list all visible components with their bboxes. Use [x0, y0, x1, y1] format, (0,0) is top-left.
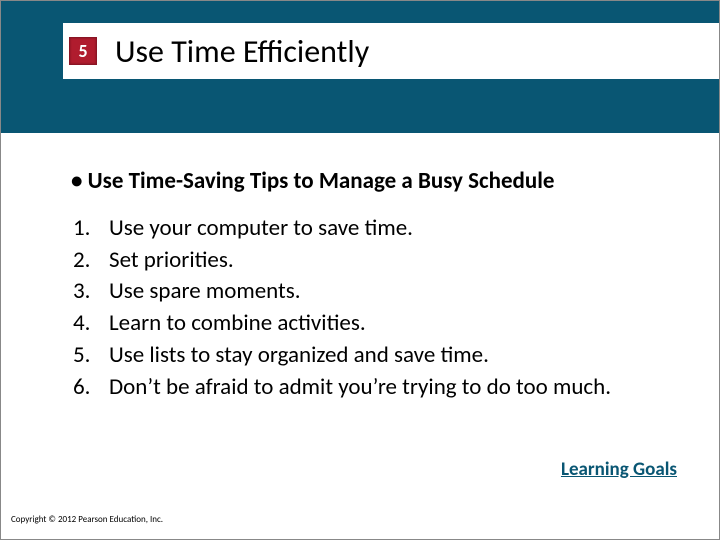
- list-item: 2. Set priorities.: [73, 245, 679, 277]
- slide: 5 Use Time Efficiently • Use Time-Saving…: [0, 0, 720, 540]
- list-item: 3. Use spare moments.: [73, 276, 679, 308]
- list-number: 3.: [73, 276, 109, 308]
- slide-body: • Use Time-Saving Tips to Manage a Busy …: [1, 133, 719, 403]
- list-text: Use spare moments.: [109, 276, 301, 308]
- list-text: Use your computer to save time.: [109, 213, 413, 245]
- title-band: 5 Use Time Efficiently: [1, 1, 719, 133]
- list-item: 6. Don’t be afraid to admit you’re tryin…: [73, 372, 679, 404]
- list-item: 5. Use lists to stay organized and save …: [73, 340, 679, 372]
- list-item: 4. Learn to combine activities.: [73, 308, 679, 340]
- list-text: Set priorities.: [109, 245, 234, 277]
- chapter-badge: 5: [69, 37, 97, 65]
- list-number: 2.: [73, 245, 109, 277]
- list-text: Learn to combine activities.: [109, 308, 366, 340]
- slide-title: Use Time Efficiently: [115, 32, 369, 71]
- list-item: 1. Use your computer to save time.: [73, 213, 679, 245]
- list-number: 4.: [73, 308, 109, 340]
- numbered-list: 1. Use your computer to save time. 2. Se…: [71, 213, 679, 403]
- list-text: Don’t be afraid to admit you’re trying t…: [109, 372, 611, 404]
- list-number: 5.: [73, 340, 109, 372]
- list-number: 6.: [73, 372, 109, 404]
- learning-goals-link[interactable]: Learning Goals: [561, 458, 677, 481]
- chapter-number: 5: [78, 40, 87, 62]
- subtitle: • Use Time-Saving Tips to Manage a Busy …: [71, 167, 679, 195]
- list-text: Use lists to stay organized and save tim…: [109, 340, 489, 372]
- list-number: 1.: [73, 213, 109, 245]
- copyright-text: Copyright © 2012 Pearson Education, Inc.: [11, 514, 163, 525]
- title-inner: 5 Use Time Efficiently: [63, 23, 719, 79]
